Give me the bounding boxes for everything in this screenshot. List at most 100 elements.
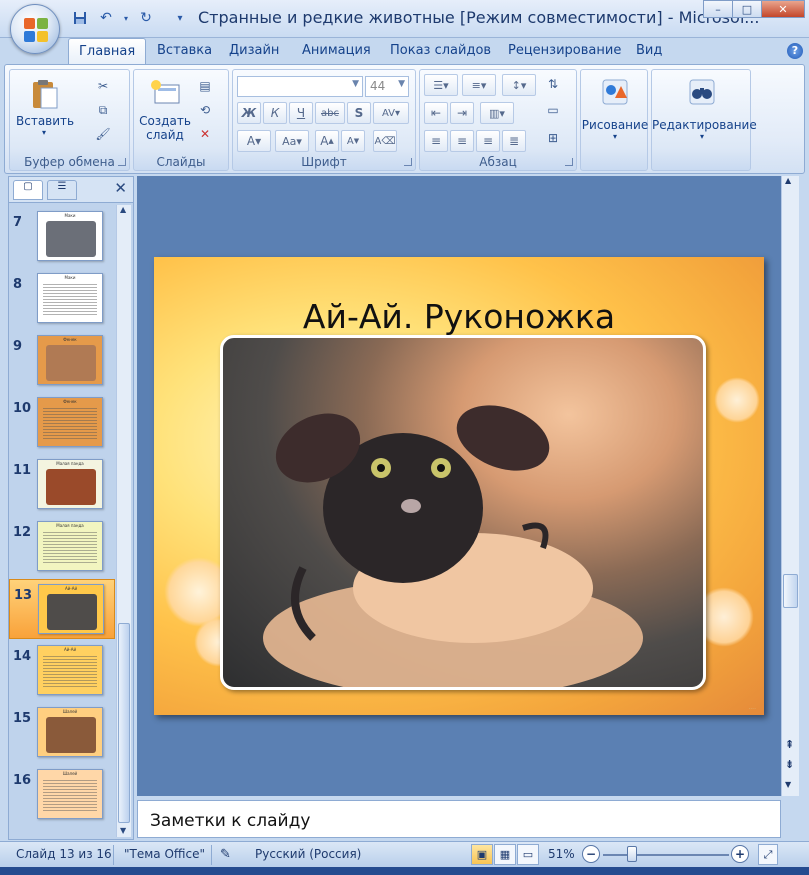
slide-thumbnail-image[interactable]: Ай-Ай [38,584,104,634]
font-color-button[interactable]: A▾ [237,130,271,152]
editing-button[interactable]: Редактирование ▾ [652,76,757,141]
align-left-button[interactable]: ≡ [424,130,448,152]
slide-thumbnail[interactable]: 14 Ай-Ай [9,641,115,701]
current-slide[interactable]: Ай-Ай. Руконожка .... [154,257,764,715]
font-size-combo[interactable]: 44 ▼ [365,76,409,97]
slide-thumbnail[interactable]: 11 Малая панда [9,455,115,515]
justify-button[interactable]: ≣ [502,130,526,152]
columns-button[interactable]: ▥▾ [480,102,514,124]
scroll-up-icon[interactable]: ▲ [120,205,126,214]
zoom-level[interactable]: 51% [548,847,575,861]
scroll-down-icon[interactable]: ▼ [120,826,126,835]
slide-thumbnail[interactable]: 9 Фенек [9,331,115,391]
slide-thumbnail-image[interactable]: Маки [37,273,103,323]
copy-icon[interactable]: ⧉ [94,102,112,118]
slide-thumbnail-image[interactable]: Ай-Ай [37,645,103,695]
slide-thumbnail[interactable]: 13 Ай-Ай [9,579,115,639]
slide-thumbnail-image[interactable]: Малая панда [37,459,103,509]
close-button[interactable]: ✕ [761,0,805,18]
underline-button[interactable]: Ч [289,102,313,124]
slide-scroll-thumb[interactable] [783,574,798,608]
tab-review[interactable]: Рецензирование [508,43,621,58]
line-spacing-button[interactable]: ↕▾ [502,74,536,96]
scroll-down-icon[interactable]: ▼ [785,780,791,789]
help-icon[interactable]: ? [787,43,803,59]
undo-dropdown-icon[interactable]: ▾ [122,8,130,28]
slide-thumbnail[interactable]: 16 Шалей [9,765,115,825]
save-icon[interactable] [70,8,90,28]
reset-slide-icon[interactable]: ⟲ [196,102,214,118]
maximize-button[interactable]: □ [732,0,762,18]
paste-button[interactable]: Вставить ▾ [16,78,74,137]
next-slide-icon[interactable]: ⇟ [785,758,794,771]
grow-font-button[interactable]: A ▲ [315,130,339,152]
slides-pane-scroll-thumb[interactable] [118,623,130,823]
slide-thumbnail-image[interactable]: Шалей [37,769,103,819]
font-launcher-icon[interactable] [404,158,412,166]
fit-to-window-icon[interactable]: ⤢ [758,844,778,865]
tab-slideshow[interactable]: Показ слайдов [390,43,491,58]
font-name-combo[interactable]: ▼ [237,76,363,97]
zoom-in-icon[interactable]: + [731,845,749,863]
format-painter-icon[interactable]: 🖌 [94,126,112,142]
zoom-out-icon[interactable]: − [582,845,600,863]
tab-outline-view-icon[interactable]: ☰ [47,180,77,200]
slide-thumbnail-image[interactable]: Маки [37,211,103,261]
zoom-slider[interactable] [603,854,729,856]
tab-slides-view-icon[interactable]: ▢ [13,180,43,200]
slide-thumbnail[interactable]: 12 Малая панда [9,517,115,577]
slide-thumbnail-image[interactable]: Малая панда [37,521,103,571]
layout-icon[interactable]: ▤ [196,78,214,94]
tab-insert[interactable]: Вставка [157,43,212,58]
cut-icon[interactable]: ✂ [94,78,112,94]
strikethrough-button[interactable]: abc [315,102,345,124]
change-case-button[interactable]: Aa▾ [275,130,309,152]
notes-pane[interactable]: Заметки к слайду [137,800,781,838]
slide-thumbnail-image[interactable]: Фенек [37,397,103,447]
slide-thumbnail[interactable]: 8 Маки [9,269,115,329]
slide-thumbnail-image[interactable]: Фенек [37,335,103,385]
delete-slide-icon[interactable]: ✕ [196,126,214,142]
language-indicator[interactable]: Русский (Россия) [255,847,361,861]
slide-thumbnail[interactable]: 7 Маки [9,207,115,267]
clear-format-icon[interactable]: A⌫ [373,130,397,152]
slide-thumbnail[interactable]: 10 Фенек [9,393,115,453]
paragraph-launcher-icon[interactable] [565,158,573,166]
notes-placeholder[interactable]: Заметки к слайду [150,811,310,831]
slide-thumbnail-image[interactable]: Шалей [37,707,103,757]
slideshow-view-icon[interactable]: ▭ [517,844,539,865]
slide-sorter-view-icon[interactable]: ▦ [494,844,516,865]
slide-thumbnail[interactable]: 15 Шалей [9,703,115,763]
drawing-button[interactable]: Рисование ▾ [581,76,649,141]
tab-home[interactable]: Главная [68,38,147,66]
shrink-font-button[interactable]: A ▼ [341,130,365,152]
spellcheck-icon[interactable]: ✎ [220,847,231,862]
scroll-up-icon[interactable]: ▲ [785,176,791,185]
normal-view-icon[interactable]: ▣ [471,844,493,865]
bullets-button[interactable]: ☰▾ [424,74,458,96]
bold-button[interactable]: Ж [237,102,261,124]
minimize-button[interactable]: – [703,0,733,18]
previous-slide-icon[interactable]: ⇞ [785,738,794,751]
decrease-indent-button[interactable]: ⇤ [424,102,448,124]
theme-name[interactable]: "Тема Office" [124,847,205,861]
increase-indent-button[interactable]: ⇥ [450,102,474,124]
new-slide-button[interactable]: Создать слайд [136,78,194,142]
customize-qat-icon[interactable]: ▾ [170,8,190,28]
tab-design[interactable]: Дизайн [229,43,279,58]
slides-pane-scrollbar[interactable]: ▲ ▼ [116,205,131,837]
char-spacing-button[interactable]: AV▾ [373,102,409,124]
align-right-button[interactable]: ≡ [476,130,500,152]
tab-animation[interactable]: Анимация [302,43,371,58]
office-button[interactable] [10,4,60,54]
text-direction-icon[interactable]: ⇅ [544,76,562,92]
clipboard-launcher-icon[interactable] [118,158,126,166]
tab-view[interactable]: Вид [636,43,662,58]
slide-scrollbar[interactable]: ▲ ⇞ ⇟ ▼ [781,176,799,796]
zoom-slider-handle[interactable] [627,846,637,862]
smartart-icon[interactable]: ⊞ [544,130,562,146]
align-center-button[interactable]: ≡ [450,130,474,152]
group-drawing[interactable]: Рисование ▾ [580,69,648,171]
group-editing[interactable]: Редактирование ▾ [651,69,757,171]
undo-icon[interactable]: ↶ [96,8,116,28]
